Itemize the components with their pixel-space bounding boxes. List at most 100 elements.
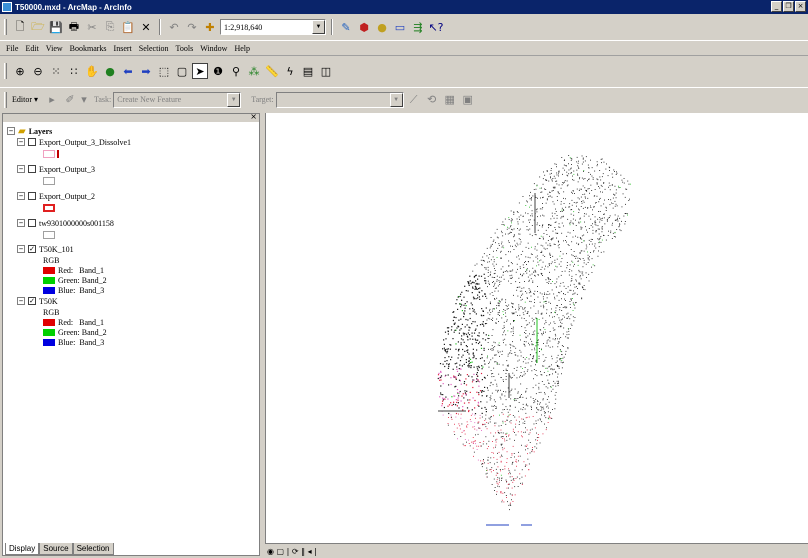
menu-view[interactable]: View [46,44,63,53]
toolbar-grip[interactable] [4,91,7,108]
sketch-tool-dropdown-icon[interactable]: ▾ [80,92,88,108]
close-button[interactable]: × [795,1,806,12]
measure-icon[interactable]: 📏 [264,63,280,79]
map-tips-icon[interactable]: ▤ [300,63,316,79]
collapse-icon[interactable]: − [17,165,25,173]
layer-item[interactable]: − tw9301000000s001158 [17,218,114,228]
editor-toolbar-icon[interactable]: ✎ [338,19,354,35]
tab-source[interactable]: Source [39,543,73,555]
layer-visibility-checkbox[interactable] [28,165,36,173]
copy-icon[interactable]: ⎘ [102,19,118,35]
menu-window[interactable]: Window [200,44,227,53]
layer-visibility-checkbox[interactable]: ✓ [28,297,36,305]
map-scale-combo[interactable]: 1:2,918,640 ▼ [220,19,326,35]
layout-view-controls[interactable]: ◉ ▢ | ⟳ ‖ ◂ | [267,547,317,556]
menu-tools[interactable]: Tools [176,44,194,53]
new-document-icon[interactable]: 🗋 [12,19,28,35]
add-data-icon[interactable]: ✚ [202,19,218,35]
layer-symbol[interactable] [43,176,55,186]
chevron-down-icon[interactable]: ▼ [389,92,403,107]
layers-root[interactable]: − ▰ Layers [7,126,52,137]
layer-visibility-checkbox[interactable]: ✓ [28,245,36,253]
layer-item[interactable]: − Export_Output_3_Dissolve1 [17,137,131,147]
editor-menu-button[interactable]: Editor ▾ [12,95,38,104]
save-icon[interactable]: 💾 [48,19,64,35]
target-combo[interactable]: ▼ [275,91,404,108]
layer-item[interactable]: − ✓ T50K [17,296,58,306]
sketch-tool-icon[interactable]: ✐ [62,92,78,108]
rotate-tool-icon[interactable]: ⟲ [424,92,440,108]
task-combo[interactable]: Create New Feature ▼ [113,91,242,108]
layer-symbol[interactable] [43,149,59,159]
layer-symbol[interactable] [43,203,55,213]
create-viewer-window-icon[interactable]: ◫ [318,63,334,79]
chevron-down-icon[interactable]: ▼ [312,20,325,34]
attributes-icon[interactable]: ▦ [442,92,458,108]
print-icon[interactable]: 🖶 [66,19,82,35]
layer-item[interactable]: − Export_Output_2 [17,191,95,201]
redo-icon[interactable]: ↷ [184,19,200,35]
collapse-icon[interactable]: − [17,245,25,253]
cut-icon[interactable]: ✂ [84,19,100,35]
layer-symbol[interactable] [43,230,55,240]
layer-item[interactable]: − ✓ T50K_101 [17,244,74,254]
menu-insert[interactable]: Insert [114,44,132,53]
sketch-properties-icon[interactable]: ▣ [460,92,476,108]
pan-hand-icon[interactable]: ✋ [84,63,100,79]
select-features-icon[interactable]: ⬚ [156,63,172,79]
select-elements-arrow-icon[interactable]: ➤ [192,63,208,79]
zoom-in-icon[interactable]: ⊕ [12,63,28,79]
layer-visibility-checkbox[interactable] [28,138,36,146]
undo-icon[interactable]: ↶ [166,19,182,35]
modelbuilder-icon[interactable]: ⇶ [410,19,426,35]
map-point [487,389,489,391]
menu-file[interactable]: File [6,44,18,53]
tab-display[interactable]: Display [5,543,40,555]
close-icon[interactable]: × [250,112,257,121]
forward-extent-icon[interactable]: ➡ [138,63,154,79]
menu-bookmarks[interactable]: Bookmarks [70,44,107,53]
back-extent-icon[interactable]: ⬅ [120,63,136,79]
collapse-icon[interactable]: − [17,138,25,146]
delete-icon[interactable]: ✕ [138,19,154,35]
map-display[interactable] [265,113,808,543]
arccatalog-icon[interactable]: ● [374,19,390,35]
collapse-icon[interactable]: − [17,219,25,227]
map-point [509,275,511,277]
command-line-icon[interactable]: ▭ [392,19,408,35]
xy-locate-icon[interactable]: ⁂ [246,63,262,79]
map-point [535,420,537,422]
collapse-icon[interactable]: − [17,192,25,200]
layer-item[interactable]: − Export_Output_3 [17,164,95,174]
map-point [471,409,473,411]
chevron-down-icon[interactable]: ▼ [227,92,241,107]
map-canvas[interactable] [266,113,808,543]
toolbar-grip[interactable] [4,63,7,79]
menu-help[interactable]: Help [234,44,250,53]
tab-selection[interactable]: Selection [72,543,114,555]
restore-button[interactable]: ❐ [783,1,794,12]
clear-selection-icon[interactable]: ▢ [174,63,190,79]
arctoolbox-icon[interactable]: ⬢ [356,19,372,35]
layer-visibility-checkbox[interactable] [28,219,36,227]
paste-icon[interactable]: 📋 [120,19,136,35]
whats-this-help-icon[interactable]: ↖? [428,19,444,35]
zoom-out-icon[interactable]: ⊖ [30,63,46,79]
arcmap-app-icon[interactable] [2,2,12,12]
open-folder-icon[interactable]: 🗁 [30,19,46,35]
identify-icon[interactable]: ❶ [210,63,226,79]
edit-tool-arrow-icon[interactable]: ▸ [44,92,60,108]
full-extent-globe-icon[interactable]: ● [102,63,118,79]
toolbar-grip[interactable] [4,19,7,35]
split-tool-icon[interactable]: ⟋ [406,92,422,108]
find-binoculars-icon[interactable]: ⚲ [228,63,244,79]
fixed-zoom-in-icon[interactable]: ⁙ [48,63,64,79]
minimize-button[interactable]: _ [771,1,782,12]
layer-visibility-checkbox[interactable] [28,192,36,200]
menu-selection[interactable]: Selection [139,44,169,53]
collapse-icon[interactable]: − [7,127,15,135]
hyperlink-icon[interactable]: ϟ [282,63,298,79]
collapse-icon[interactable]: − [17,297,25,305]
fixed-zoom-out-icon[interactable]: ∷ [66,63,82,79]
menu-edit[interactable]: Edit [25,44,38,53]
